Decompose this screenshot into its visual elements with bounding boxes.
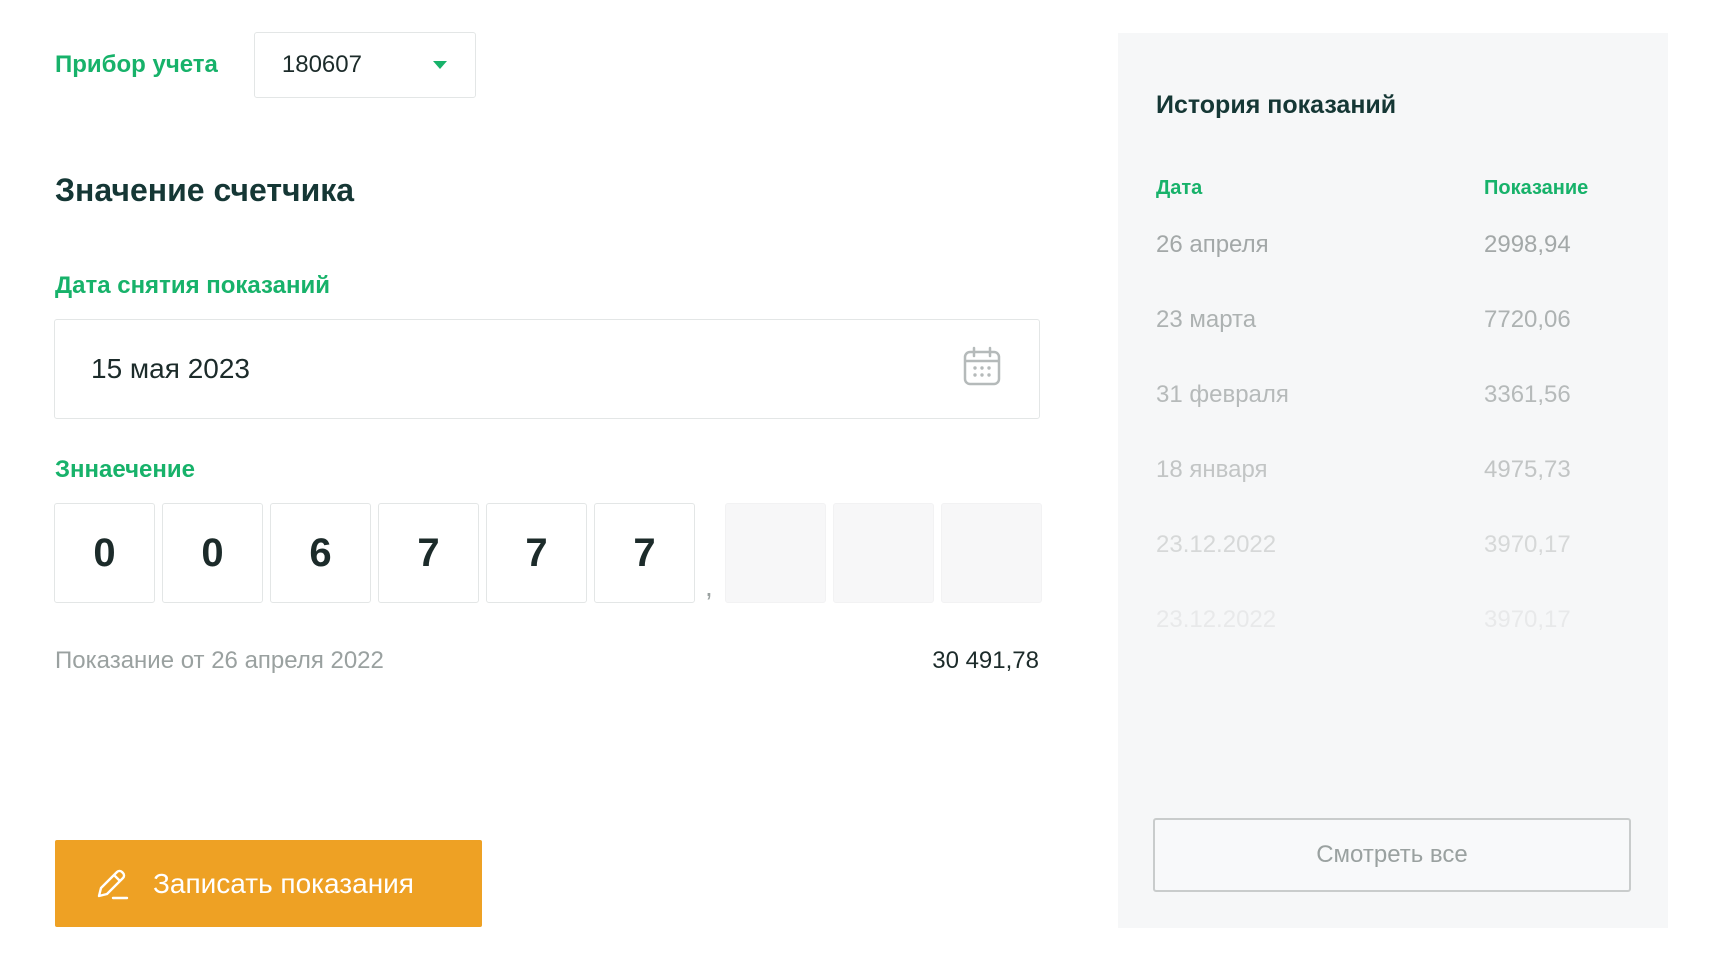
history-row: 23 марта 7720,06 (1156, 306, 1646, 334)
previous-reading-value: 30 491,78 (932, 647, 1039, 674)
chevron-down-icon (432, 61, 447, 69)
history-value: 3361,56 (1484, 381, 1571, 408)
history-date: 31 февраля (1156, 381, 1289, 408)
submit-reading-label: Записать показания (153, 867, 414, 899)
history-date: 23.12.2022 (1156, 531, 1277, 558)
history-value: 3970,17 (1484, 606, 1571, 633)
decimal-separator: , (705, 571, 713, 602)
view-all-button[interactable]: Смотреть все (1153, 818, 1631, 892)
fraction-digit-input[interactable] (724, 503, 826, 603)
value-label: Зннаечение (55, 456, 196, 483)
history-col-value: Показание (1484, 177, 1589, 199)
digit-input[interactable]: 7 (486, 503, 587, 603)
fraction-digit-input[interactable] (940, 503, 1042, 603)
digit-input[interactable]: 7 (378, 503, 479, 603)
reading-digits: 0 0 6 7 7 7 , (54, 503, 1042, 603)
digit-input[interactable]: 0 (54, 503, 155, 603)
submit-reading-button[interactable]: Записать показания (55, 840, 482, 927)
history-date: 26 апреля (1156, 231, 1269, 258)
pencil-icon (93, 865, 131, 903)
date-input[interactable]: 15 мая 2023 (54, 319, 1040, 419)
history-panel: История показаний Дата Показание 26 апре… (1118, 33, 1668, 928)
history-header: Дата Показание (1156, 177, 1646, 200)
history-row: 23.12.2022 3970,17 (1156, 606, 1646, 634)
meter-reading-page: Прибор учета 180607 Значение счетчика Да… (0, 0, 1720, 960)
meter-select[interactable]: 180607 (253, 32, 476, 98)
previous-reading-label: Показание от 26 апреля 2022 (55, 647, 384, 674)
history-row: 31 февраля 3361,56 (1156, 381, 1646, 409)
history-value: 3970,17 (1484, 531, 1571, 558)
digit-input[interactable]: 0 (162, 503, 263, 603)
history-value: 2998,94 (1484, 231, 1571, 258)
date-label: Дата снятия показаний (55, 272, 331, 299)
history-date: 18 января (1156, 456, 1268, 483)
section-title: Значение счетчика (55, 172, 355, 208)
previous-reading: Показание от 26 апреля 2022 30 491,78 (55, 647, 1039, 675)
history-row: 18 января 4975,73 (1156, 456, 1646, 484)
history-value: 7720,06 (1484, 306, 1571, 333)
digit-input[interactable]: 7 (594, 503, 695, 603)
history-value: 4975,73 (1484, 456, 1571, 483)
history-row: 23.12.2022 3970,17 (1156, 531, 1646, 559)
history-date: 23 марта (1156, 306, 1257, 333)
meter-selector-row: Прибор учета 180607 (55, 32, 476, 98)
date-input-value: 15 мая 2023 (91, 353, 250, 384)
history-title: История показаний (1156, 91, 1397, 119)
history-date: 23.12.2022 (1156, 606, 1277, 633)
calendar-icon[interactable] (963, 346, 1001, 393)
meter-select-value: 180607 (281, 51, 362, 78)
digit-input[interactable]: 6 (270, 503, 371, 603)
history-row: 26 апреля 2998,94 (1156, 231, 1646, 259)
history-col-date: Дата (1156, 177, 1203, 199)
meter-label: Прибор учета (55, 51, 218, 78)
fraction-digit-input[interactable] (832, 503, 934, 603)
